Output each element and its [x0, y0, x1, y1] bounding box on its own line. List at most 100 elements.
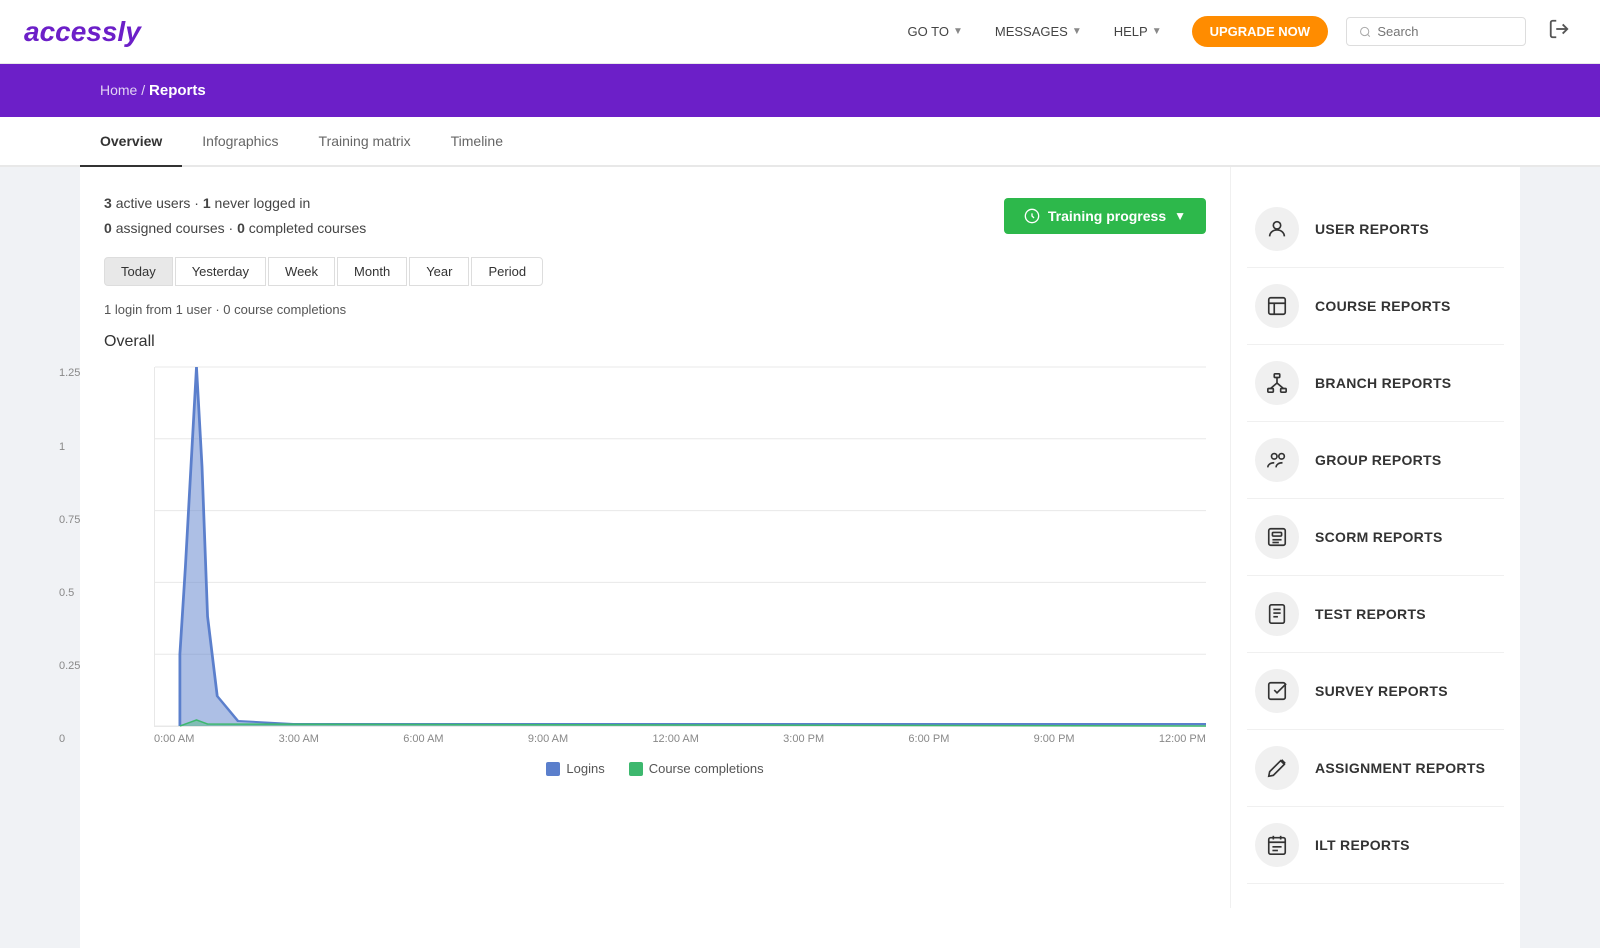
legend-logins-color	[546, 762, 560, 776]
legend-completions-color	[629, 762, 643, 776]
user-icon	[1266, 218, 1288, 240]
group-reports-item[interactable]: GROUP REPORTS	[1247, 422, 1504, 499]
breadcrumb-current: Reports	[149, 82, 206, 99]
period-today[interactable]: Today	[104, 257, 173, 286]
course-reports-label: COURSE REPORTS	[1315, 298, 1451, 314]
header: accessly GO TO ▼ MESSAGES ▼ HELP ▼ UPGRA…	[0, 0, 1600, 64]
goto-caret: ▼	[953, 26, 963, 37]
legend-completions: Course completions	[629, 761, 764, 776]
upgrade-button[interactable]: UPGRADE NOW	[1192, 16, 1328, 47]
tab-infographics[interactable]: Infographics	[182, 117, 298, 167]
messages-label: MESSAGES	[995, 24, 1068, 39]
logo: accessly	[24, 16, 141, 48]
scorm-reports-icon-circle	[1255, 515, 1299, 559]
breadcrumb-home[interactable]: Home	[100, 82, 137, 98]
messages-caret: ▼	[1072, 26, 1082, 37]
ilt-reports-item[interactable]: ILT REPORTS	[1247, 807, 1504, 884]
help-caret: ▼	[1152, 26, 1162, 37]
branch-reports-item[interactable]: BRANCH REPORTS	[1247, 345, 1504, 422]
scorm-icon	[1266, 526, 1288, 548]
logout-button[interactable]	[1542, 12, 1576, 52]
search-box[interactable]	[1346, 17, 1526, 46]
survey-reports-item[interactable]: SURVEY REPORTS	[1247, 653, 1504, 730]
scorm-reports-item[interactable]: SCORM REPORTS	[1247, 499, 1504, 576]
tabs: Overview Infographics Training matrix Ti…	[0, 117, 1600, 167]
login-count: 1	[104, 302, 111, 317]
course-reports-item[interactable]: COURSE REPORTS	[1247, 268, 1504, 345]
legend-logins: Logins	[546, 761, 604, 776]
login-users: 1	[176, 302, 183, 317]
legend-completions-label: Course completions	[649, 761, 764, 776]
assignment-icon	[1266, 757, 1288, 779]
assignment-reports-label: ASSIGNMENT REPORTS	[1315, 760, 1485, 776]
training-progress-label: Training progress	[1048, 208, 1166, 224]
chart-title: Overall	[104, 333, 1206, 351]
test-reports-item[interactable]: TEST REPORTS	[1247, 576, 1504, 653]
breadcrumb-bar: Home / Reports	[0, 64, 1600, 117]
header-nav: GO TO ▼ MESSAGES ▼ HELP ▼ UPGRADE NOW	[896, 12, 1576, 52]
completed-courses-count: 0	[237, 220, 245, 236]
legend-logins-label: Logins	[566, 761, 604, 776]
course-reports-icon-circle	[1255, 284, 1299, 328]
test-reports-icon-circle	[1255, 592, 1299, 636]
active-users-count: 3	[104, 195, 112, 211]
help-label: HELP	[1114, 24, 1148, 39]
y-axis: 1.25 1 0.75 0.5 0.25 0	[59, 367, 80, 745]
assigned-courses-count: 0	[104, 220, 112, 236]
tab-overview[interactable]: Overview	[80, 117, 182, 167]
period-week[interactable]: Week	[268, 257, 335, 286]
period-month[interactable]: Month	[337, 257, 407, 286]
group-icon	[1266, 449, 1288, 471]
goto-nav[interactable]: GO TO ▼	[896, 16, 975, 47]
user-reports-label: USER REPORTS	[1315, 221, 1429, 237]
breadcrumb: Home / Reports	[100, 82, 206, 98]
inner-content: 3 active users · 1 never logged in 0 ass…	[80, 167, 1520, 908]
x-axis: 0:00 AM 3:00 AM 6:00 AM 9:00 AM 12:00 AM…	[154, 733, 1206, 745]
period-yesterday[interactable]: Yesterday	[175, 257, 266, 286]
period-buttons: Today Yesterday Week Month Year Period	[104, 257, 1206, 286]
ilt-icon	[1266, 834, 1288, 856]
course-icon	[1266, 295, 1288, 317]
assignment-reports-item[interactable]: ASSIGNMENT REPORTS	[1247, 730, 1504, 807]
period-year[interactable]: Year	[409, 257, 469, 286]
stats-row: 3 active users · 1 never logged in 0 ass…	[104, 191, 1206, 241]
group-reports-label: GROUP REPORTS	[1315, 452, 1442, 468]
chart-legend: Logins Course completions	[104, 761, 1206, 776]
training-progress-icon	[1024, 208, 1040, 224]
period-period[interactable]: Period	[471, 257, 543, 286]
training-progress-button[interactable]: Training progress ▼	[1004, 198, 1206, 234]
training-progress-arrow: ▼	[1174, 209, 1186, 223]
content-wrapper: Overview Infographics Training matrix Ti…	[80, 117, 1520, 948]
group-reports-icon-circle	[1255, 438, 1299, 482]
test-reports-label: TEST REPORTS	[1315, 606, 1426, 622]
chart-container: Overall 1.25 1 0.75 0.5 0.25 0	[104, 333, 1206, 776]
test-icon	[1266, 603, 1288, 625]
messages-nav[interactable]: MESSAGES ▼	[983, 16, 1094, 47]
stats-text: 3 active users · 1 never logged in 0 ass…	[104, 191, 366, 241]
main-right: USER REPORTS COURSE REPORTS	[1230, 167, 1520, 908]
assignment-reports-icon-circle	[1255, 746, 1299, 790]
survey-reports-icon-circle	[1255, 669, 1299, 713]
chart-area	[154, 367, 1206, 727]
search-icon	[1359, 25, 1371, 39]
main-left: 3 active users · 1 never logged in 0 ass…	[80, 167, 1230, 908]
breadcrumb-separator: /	[141, 82, 149, 98]
branch-reports-icon-circle	[1255, 361, 1299, 405]
user-reports-item[interactable]: USER REPORTS	[1247, 191, 1504, 268]
logout-icon	[1548, 18, 1570, 40]
survey-reports-label: SURVEY REPORTS	[1315, 683, 1448, 699]
goto-label: GO TO	[908, 24, 949, 39]
search-input[interactable]	[1377, 24, 1513, 39]
never-logged-count: 1	[203, 195, 211, 211]
tab-training-matrix[interactable]: Training matrix	[299, 117, 431, 167]
completions-count: 0	[223, 302, 230, 317]
user-reports-icon-circle	[1255, 207, 1299, 251]
ilt-reports-icon-circle	[1255, 823, 1299, 867]
survey-icon	[1266, 680, 1288, 702]
tab-timeline[interactable]: Timeline	[431, 117, 523, 167]
branch-reports-label: BRANCH REPORTS	[1315, 375, 1451, 391]
login-info: 1 login from 1 user · 0 course completio…	[104, 302, 1206, 317]
help-nav[interactable]: HELP ▼	[1102, 16, 1174, 47]
ilt-reports-label: ILT REPORTS	[1315, 837, 1410, 853]
chart-svg	[155, 367, 1206, 726]
